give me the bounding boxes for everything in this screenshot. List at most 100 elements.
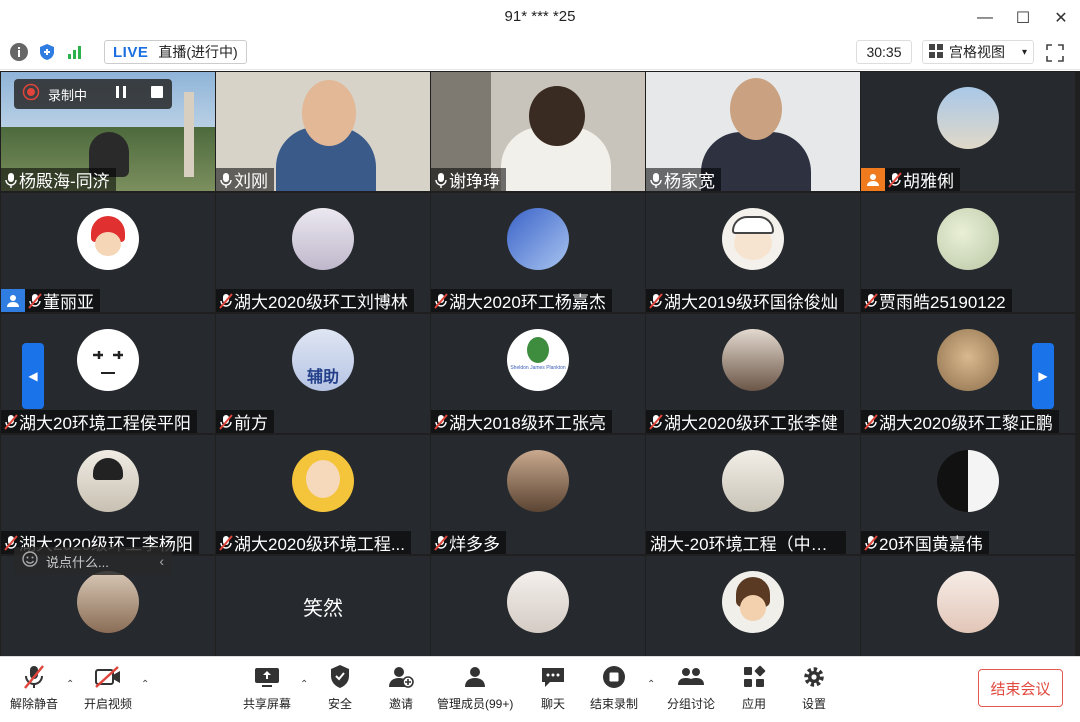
unmute-button[interactable]: 解除静音	[10, 663, 58, 712]
avatar	[937, 208, 999, 270]
stop-icon[interactable]	[150, 85, 164, 104]
chevron-up-icon[interactable]: ⌃	[647, 679, 655, 690]
emoji-icon[interactable]	[22, 550, 38, 572]
info-icon[interactable]	[8, 41, 30, 63]
breakout-icon	[677, 663, 705, 691]
fullscreen-icon[interactable]	[1044, 42, 1066, 64]
previous-page-button[interactable]: ◀	[22, 343, 44, 409]
video-tile[interactable]: 20环国黄嘉伟	[861, 435, 1075, 554]
avatar	[740, 595, 766, 621]
participant-name: 湖大2020级环工刘博林	[234, 293, 408, 312]
participant-name: 胡雅俐	[903, 172, 954, 191]
close-button[interactable]: ✕	[1042, 0, 1080, 36]
chevron-down-icon: ▾	[1021, 46, 1027, 58]
next-page-button[interactable]: ▶	[1032, 343, 1054, 409]
live-status[interactable]: LIVE 直播(进行中)	[104, 40, 247, 64]
avatar	[937, 571, 999, 633]
pause-icon[interactable]	[114, 85, 128, 104]
video-tile[interactable]: 辅助 前方	[216, 314, 430, 433]
chat-button[interactable]: 聊天	[540, 663, 566, 712]
video-tile[interactable]	[646, 556, 860, 656]
nameplate: 湖大-20环境工程（中外...	[646, 531, 846, 554]
video-tile[interactable]: 湖大2020级环工张李健	[646, 314, 860, 433]
manage-members-label: 管理成员(99+)	[437, 697, 514, 711]
video-tile[interactable]: Sheldon James Plankton 湖大2018级环工张亮	[431, 314, 645, 433]
apps-button[interactable]: 应用	[742, 663, 766, 712]
nameplate: 湖大20环境工程侯平阳	[1, 410, 197, 433]
start-video-button[interactable]: 开启视频	[84, 663, 132, 712]
recording-label: 录制中	[48, 87, 88, 103]
video-tile[interactable]: 刘刚	[216, 72, 430, 191]
manage-members-button[interactable]: 管理成员(99+)	[437, 663, 513, 712]
microphone-icon	[648, 171, 664, 189]
participant-name: 湖大2019级环国徐俊灿	[664, 293, 838, 312]
avatar	[95, 232, 121, 256]
video-tile[interactable]: 烊多多	[431, 435, 645, 554]
participant-name: 贾雨皓25190122	[879, 293, 1006, 312]
avatar	[722, 450, 784, 512]
avatar	[77, 450, 139, 512]
end-recording-button[interactable]: 结束录制	[590, 663, 638, 712]
start-video-label: 开启视频	[84, 697, 133, 711]
avatar	[77, 329, 139, 391]
participant-name: 烊多多	[449, 535, 500, 554]
chevron-up-icon[interactable]: ⌃	[300, 679, 308, 690]
avatar	[722, 208, 784, 270]
chat-icon	[540, 663, 566, 691]
invite-button[interactable]: 邀请	[388, 663, 414, 712]
mic-muted-icon	[433, 534, 449, 552]
chat-input-bubble[interactable]: 说点什么... ‹	[14, 547, 172, 575]
video-tile[interactable]: 湖大-20环境工程（中外...	[646, 435, 860, 554]
video-tile[interactable]: 湖大2020级环境工程...	[216, 435, 430, 554]
nameplate: 胡雅俐	[861, 168, 960, 191]
end-recording-label: 结束录制	[590, 697, 639, 711]
stop-record-icon	[601, 663, 627, 691]
mic-muted-icon	[863, 292, 879, 310]
settings-button[interactable]: 设置	[802, 663, 826, 712]
share-screen-button[interactable]: 共享屏幕	[243, 663, 291, 712]
video-tile[interactable]	[861, 556, 1075, 656]
video-tile[interactable]: 杨家宽	[646, 72, 860, 191]
minimize-button[interactable]: —	[966, 0, 1004, 36]
video-tile[interactable]	[431, 556, 645, 656]
video-tile[interactable]: 湖大2019级环国徐俊灿	[646, 193, 860, 312]
avatar-caption: Sheldon James Plankton	[510, 365, 566, 371]
security-button[interactable]: 安全	[328, 663, 352, 712]
view-mode-select[interactable]: 宫格视图 ▾	[922, 40, 1034, 64]
chevron-up-icon[interactable]: ⌃	[141, 679, 149, 690]
video-tile[interactable]: 贾雨皓25190122	[861, 193, 1075, 312]
video-feed	[184, 92, 194, 177]
nameplate: 湖大2020级环境工程...	[216, 531, 411, 554]
nameplate: 刘刚	[216, 168, 274, 191]
avatar	[937, 87, 999, 149]
avatar	[507, 450, 569, 512]
signal-icon[interactable]	[64, 41, 86, 63]
mic-muted-icon	[863, 534, 879, 552]
mic-muted-icon	[433, 292, 449, 310]
shield-icon[interactable]	[36, 41, 58, 63]
breakout-rooms-button[interactable]: 分组讨论	[667, 663, 715, 712]
mic-muted-icon	[3, 413, 19, 431]
video-grid: 杨殿海-同济 刘刚 谢琤琤 杨家宽 胡雅俐 董丽亚 湖大2020级环工刘博林 湖…	[0, 71, 1080, 656]
chevron-left-icon[interactable]: ‹	[159, 553, 164, 569]
invite-label: 邀请	[388, 697, 413, 711]
view-mode-label: 宫格视图	[949, 44, 1005, 60]
settings-label: 设置	[802, 697, 827, 711]
video-tile[interactable]: 湖大2020级环工李杨阳	[1, 435, 215, 554]
video-tile[interactable]: 谢琤琤	[431, 72, 645, 191]
end-meeting-button[interactable]: 结束会议	[978, 669, 1063, 707]
maximize-button[interactable]: ☐	[1004, 0, 1042, 36]
nameplate: 20环国黄嘉伟	[861, 531, 989, 554]
chevron-up-icon[interactable]: ⌃	[66, 679, 74, 690]
avatar	[77, 571, 139, 633]
mic-muted-icon	[648, 413, 664, 431]
video-tile[interactable]: 湖大2020级环工刘博林	[216, 193, 430, 312]
video-tile[interactable]: 湖大2020环工杨嘉杰	[431, 193, 645, 312]
camera-off-icon	[94, 663, 122, 691]
video-tile[interactable]: 董丽亚	[1, 193, 215, 312]
video-tile[interactable]: 笑然	[216, 556, 430, 656]
meeting-timer: 30:35	[856, 40, 912, 64]
microphone-icon	[218, 171, 234, 189]
video-tile[interactable]: 胡雅俐	[861, 72, 1075, 191]
participant-name: 20环国黄嘉伟	[879, 535, 983, 554]
